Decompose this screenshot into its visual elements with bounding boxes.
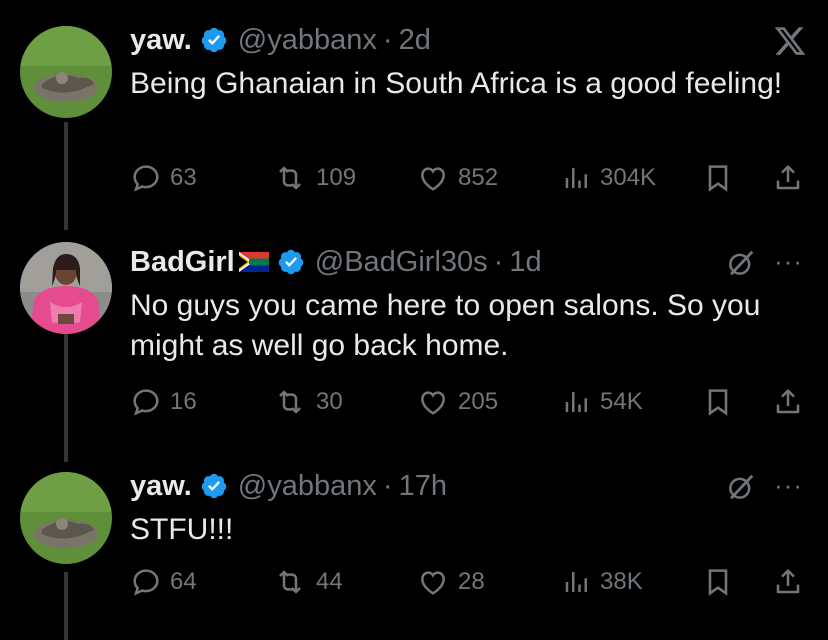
repost-button[interactable]: 30 xyxy=(272,384,343,420)
views-icon xyxy=(565,392,587,412)
separator: · xyxy=(493,245,504,278)
reply-button[interactable]: 64 xyxy=(130,564,197,600)
share-icon xyxy=(776,569,800,594)
views-button[interactable]: 54K xyxy=(562,384,643,420)
repost-count: 30 xyxy=(316,388,343,415)
view-count: 54K xyxy=(600,388,643,415)
bookmark-icon xyxy=(708,569,728,596)
share-icon xyxy=(776,165,800,190)
repost-button[interactable]: 109 xyxy=(272,160,356,196)
tweet-text: STFU!!! xyxy=(130,513,234,546)
handle[interactable]: @yabbanx xyxy=(238,470,377,503)
like-count: 28 xyxy=(458,568,485,595)
bookmark-icon xyxy=(708,389,728,416)
tweet-header: BadGirl @BadGirl30s · 1d xyxy=(130,242,542,282)
more-options-button[interactable]: ··· xyxy=(774,470,803,501)
share-button[interactable] xyxy=(772,160,804,196)
repost-count: 109 xyxy=(316,164,357,191)
views-button[interactable]: 38K xyxy=(562,564,643,600)
tweet[interactable]: BadGirl @BadGirl30s · 1d ··· No guys you… xyxy=(0,242,828,442)
handle[interactable]: @BadGirl30s xyxy=(315,246,488,279)
action-bar: 64 44 28 38K xyxy=(130,564,810,600)
verified-badge-icon xyxy=(200,26,228,54)
reply-button[interactable]: 63 xyxy=(130,160,197,196)
bookmark-icon xyxy=(708,165,728,192)
tweet-text: Being Ghanaian in South Africa is a good… xyxy=(130,67,783,100)
repost-button[interactable]: 44 xyxy=(272,564,343,600)
action-bar: 63 109 852 304K xyxy=(130,160,810,196)
heart-icon xyxy=(421,391,445,415)
view-count: 38K xyxy=(600,568,643,595)
views-button[interactable]: 304K xyxy=(562,160,656,196)
avatar[interactable] xyxy=(20,26,112,118)
south-africa-flag-icon xyxy=(238,252,269,272)
share-icon xyxy=(776,389,800,414)
x-logo-icon xyxy=(772,24,808,63)
timestamp[interactable]: 2d xyxy=(399,24,431,57)
heart-icon xyxy=(421,571,445,595)
tweet[interactable]: yaw. @yabbanx · 17h ··· STFU!!! 64 44 28… xyxy=(0,466,828,640)
tweet-text: No guys you came here to open salons. So… xyxy=(130,289,761,362)
like-count: 205 xyxy=(458,388,499,415)
thread: yaw. @yabbanx · 2d Being Ghanaian in Sou… xyxy=(0,0,828,640)
verified-badge-icon xyxy=(200,472,228,500)
like-count: 852 xyxy=(458,164,499,191)
timestamp[interactable]: 17h xyxy=(399,470,447,503)
tweet[interactable]: yaw. @yabbanx · 2d Being Ghanaian in Sou… xyxy=(0,20,828,210)
bookmark-button[interactable] xyxy=(702,384,734,420)
reply-button[interactable]: 16 xyxy=(130,384,197,420)
separator: · xyxy=(382,23,393,56)
bookmark-button[interactable] xyxy=(702,564,734,600)
reply-icon xyxy=(133,569,159,596)
display-name[interactable]: yaw. xyxy=(130,24,192,57)
repost-icon xyxy=(279,166,301,190)
reply-icon xyxy=(133,165,159,192)
action-bar: 16 30 205 54K xyxy=(130,384,810,420)
reply-icon xyxy=(133,389,159,416)
reply-count: 63 xyxy=(170,164,197,191)
like-button[interactable]: 852 xyxy=(416,160,498,196)
view-count: 304K xyxy=(600,164,657,191)
grok-icon[interactable] xyxy=(726,472,756,507)
bookmark-button[interactable] xyxy=(702,160,734,196)
timestamp[interactable]: 1d xyxy=(509,246,541,279)
display-name[interactable]: BadGirl xyxy=(130,246,235,279)
separator: · xyxy=(382,469,393,502)
grok-icon[interactable] xyxy=(726,248,756,283)
repost-icon xyxy=(279,570,301,594)
tweet-header: yaw. @yabbanx · 2d xyxy=(130,20,431,60)
share-button[interactable] xyxy=(772,564,804,600)
views-icon xyxy=(565,168,587,188)
like-button[interactable]: 28 xyxy=(416,564,485,600)
reply-count: 64 xyxy=(170,568,197,595)
share-button[interactable] xyxy=(772,384,804,420)
views-icon xyxy=(565,572,587,592)
more-options-button[interactable]: ··· xyxy=(774,246,803,277)
repost-icon xyxy=(279,390,301,414)
repost-count: 44 xyxy=(316,568,343,595)
verified-badge-icon xyxy=(277,248,305,276)
like-button[interactable]: 205 xyxy=(416,384,498,420)
avatar[interactable] xyxy=(20,242,112,334)
tweet-header: yaw. @yabbanx · 17h xyxy=(130,466,447,506)
display-name[interactable]: yaw. xyxy=(130,470,192,503)
heart-icon xyxy=(421,167,445,191)
avatar[interactable] xyxy=(20,472,112,564)
reply-count: 16 xyxy=(170,388,197,415)
handle[interactable]: @yabbanx xyxy=(238,24,377,57)
